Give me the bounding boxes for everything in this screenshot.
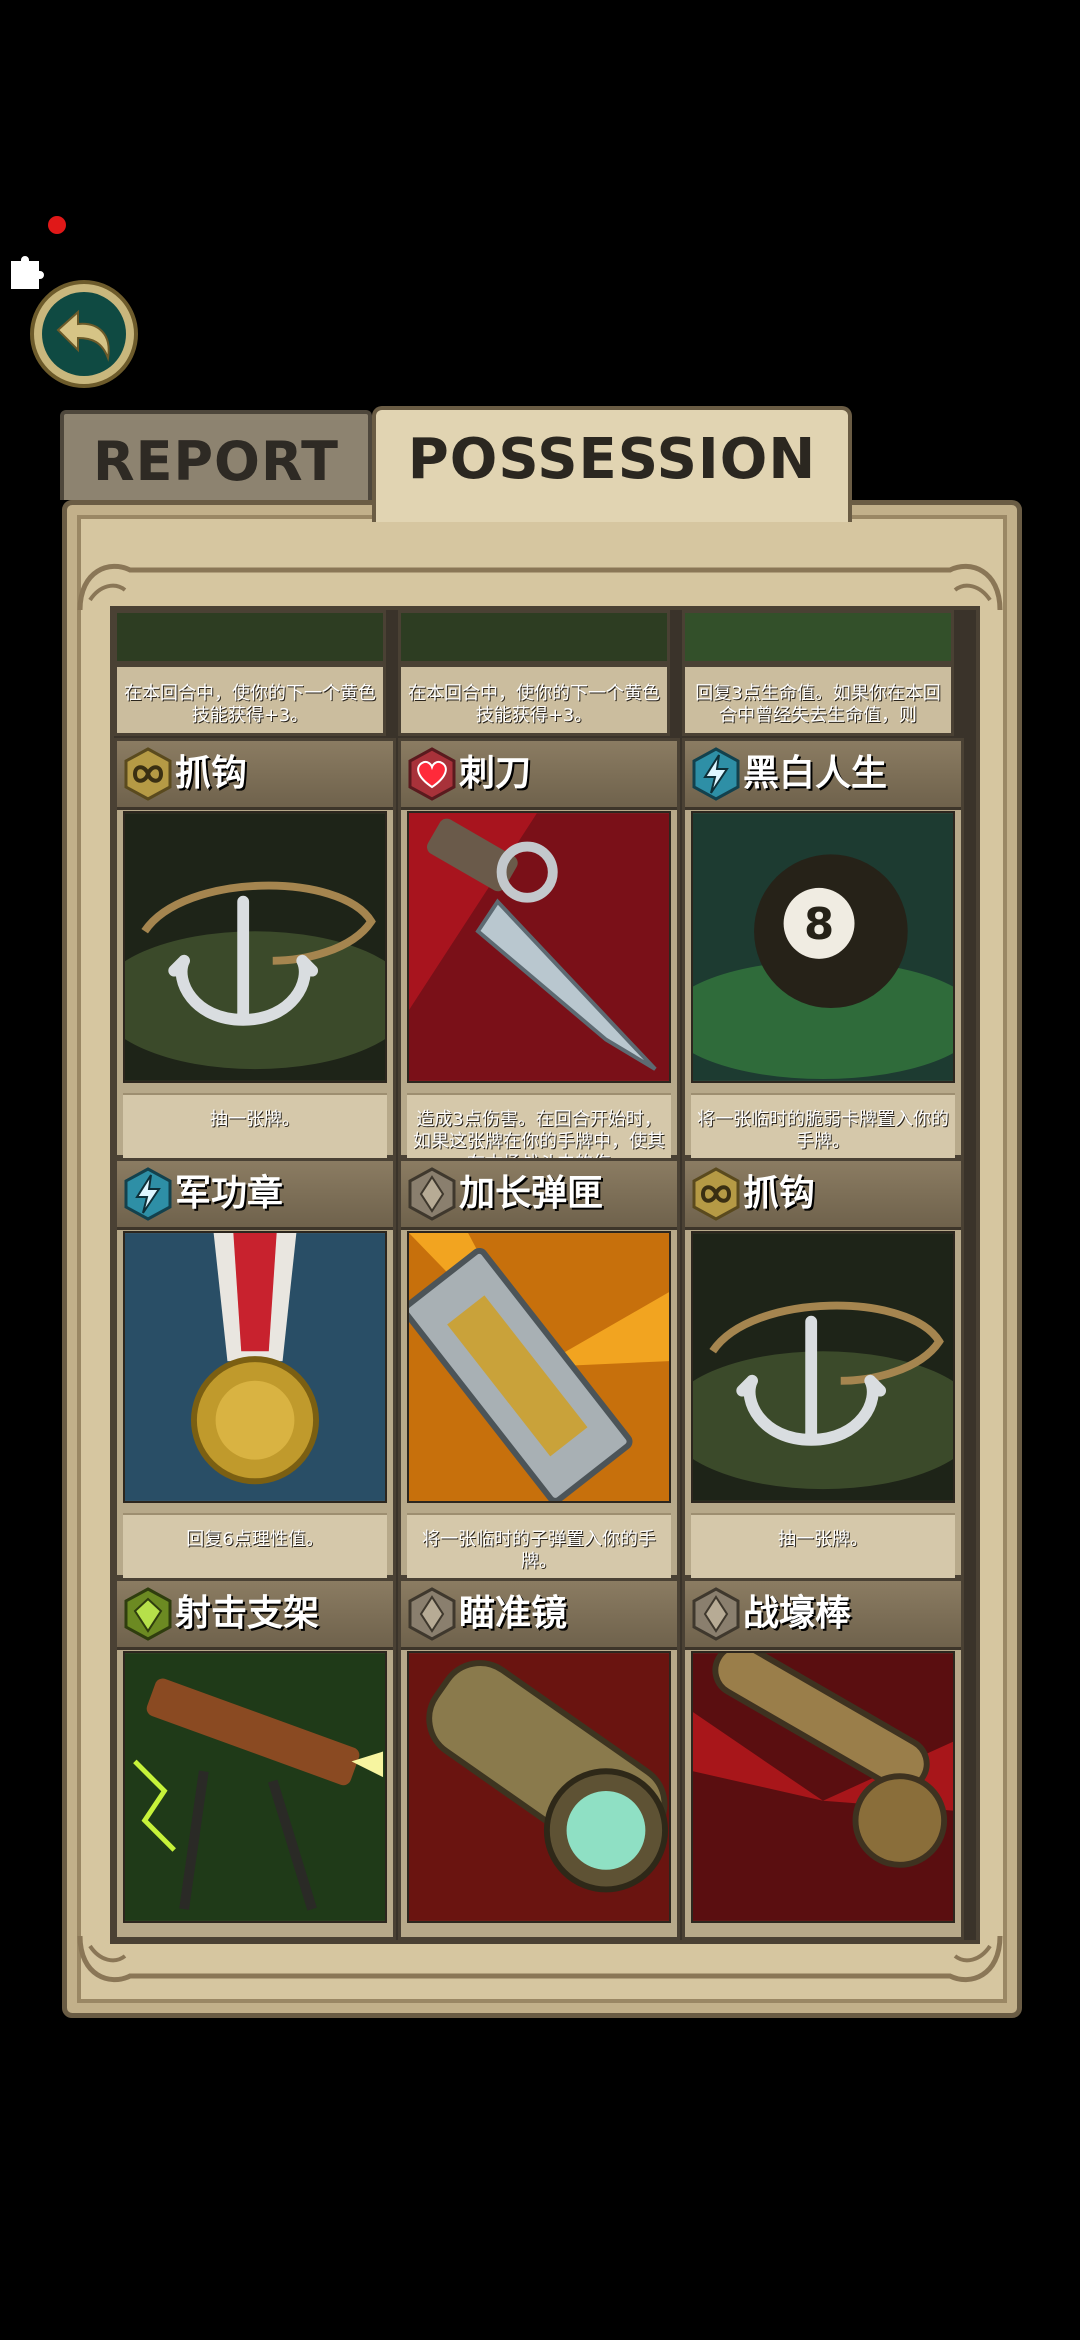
card-art-partial bbox=[398, 610, 670, 664]
card-description: 回复3点生命值。如果你在本回合中曾经失去生命值，则 bbox=[682, 664, 954, 736]
panel-bottom-ornament bbox=[77, 1935, 1003, 1983]
card-art bbox=[691, 1231, 955, 1503]
card-extended-magazine[interactable]: 加长弹匣 将一张临时的子弹置入你的手牌。 bbox=[398, 1158, 680, 1579]
card-description: 造成3点伤害。在回合开始时，如果这张牌在你的手牌中，使其在本场战斗中的伤 bbox=[407, 1093, 671, 1159]
card-name: 射击支架 bbox=[175, 1593, 320, 1634]
card-grid: 在本回合中，使你的下一个黄色技能获得+3。 在本回合中，使你的下一个黄色技能获得… bbox=[110, 606, 980, 1944]
blue-lightning-badge-icon bbox=[124, 1167, 172, 1221]
gray-star-badge-icon bbox=[408, 1587, 456, 1641]
card-header: 抓钩 bbox=[117, 741, 393, 810]
card-header: 加长弹匣 bbox=[401, 1161, 677, 1230]
card-art bbox=[123, 1231, 387, 1503]
card-header: 刺刀 bbox=[401, 741, 677, 810]
card-header: 抓钩 bbox=[685, 1161, 961, 1230]
tab-possession[interactable]: POSSESSION bbox=[372, 406, 852, 522]
svg-text:8: 8 bbox=[804, 900, 834, 950]
card-description: 抽一张牌。 bbox=[691, 1513, 955, 1579]
card-description: 在本回合中，使你的下一个黄色技能获得+3。 bbox=[398, 664, 670, 736]
card-name: 黑白人生 bbox=[743, 753, 888, 794]
card-name: 瞄准镜 bbox=[459, 1593, 568, 1634]
card-bayonet[interactable]: 刺刀 造成3点伤害。在回合开始时，如果这张牌在你的手牌中，使其在本场战斗中的伤 bbox=[398, 738, 680, 1159]
card-shooting-rest[interactable]: 射击支架 bbox=[114, 1578, 396, 1940]
card-eight-ball[interactable]: 黑白人生 8 将一张临时的脆弱卡牌置入你的手牌。 bbox=[682, 738, 964, 1159]
card-name: 战壕棒 bbox=[743, 1593, 852, 1634]
card-art-partial bbox=[114, 610, 386, 664]
card-art bbox=[691, 1651, 955, 1923]
red-heart-badge-icon bbox=[408, 747, 456, 801]
card-header: 战壕棒 bbox=[685, 1581, 961, 1650]
card-trench-club[interactable]: 战壕棒 bbox=[682, 1578, 964, 1940]
card-medal[interactable]: 军功章 回复6点理性值。 bbox=[114, 1158, 396, 1579]
card-description: 抽一张牌。 bbox=[123, 1093, 387, 1159]
card-header: 黑白人生 bbox=[685, 741, 961, 810]
gold-infinity-badge-icon bbox=[692, 1167, 740, 1221]
card-art bbox=[123, 811, 387, 1083]
card-art bbox=[407, 1231, 671, 1503]
card-header: 瞄准镜 bbox=[401, 1581, 677, 1650]
gray-star-badge-icon bbox=[408, 1167, 456, 1221]
card-name: 抓钩 bbox=[743, 1173, 816, 1214]
card-grappling-hook[interactable]: 抓钩 抽一张牌。 bbox=[682, 1158, 964, 1579]
card-header: 射击支架 bbox=[117, 1581, 393, 1650]
card-art-partial bbox=[682, 610, 954, 664]
card-art bbox=[407, 1651, 671, 1923]
card-name: 抓钩 bbox=[175, 753, 248, 794]
gray-star-badge-icon bbox=[692, 1587, 740, 1641]
card-name: 军功章 bbox=[175, 1173, 284, 1214]
green-gem-badge-icon bbox=[124, 1587, 172, 1641]
card-description: 将一张临时的脆弱卡牌置入你的手牌。 bbox=[691, 1093, 955, 1159]
card-description: 在本回合中，使你的下一个黄色技能获得+3。 bbox=[114, 664, 386, 736]
card-art: 8 bbox=[691, 811, 955, 1083]
card-grappling-hook[interactable]: 抓钩 抽一张牌。 bbox=[114, 738, 396, 1159]
card-description: 将一张临时的子弹置入你的手牌。 bbox=[407, 1513, 671, 1579]
card-scope[interactable]: 瞄准镜 bbox=[398, 1578, 680, 1940]
card-art bbox=[407, 811, 671, 1083]
card-description: 回复6点理性值。 bbox=[123, 1513, 387, 1579]
card-name: 刺刀 bbox=[459, 753, 532, 794]
tab-report[interactable]: REPORT bbox=[60, 410, 372, 500]
card-art bbox=[123, 1651, 387, 1923]
gold-infinity-badge-icon bbox=[124, 747, 172, 801]
card-name: 加长弹匣 bbox=[459, 1173, 604, 1214]
card-header: 军功章 bbox=[117, 1161, 393, 1230]
blue-lightning-badge-icon bbox=[692, 747, 740, 801]
notification-dot bbox=[48, 216, 66, 234]
back-button[interactable] bbox=[28, 278, 140, 390]
